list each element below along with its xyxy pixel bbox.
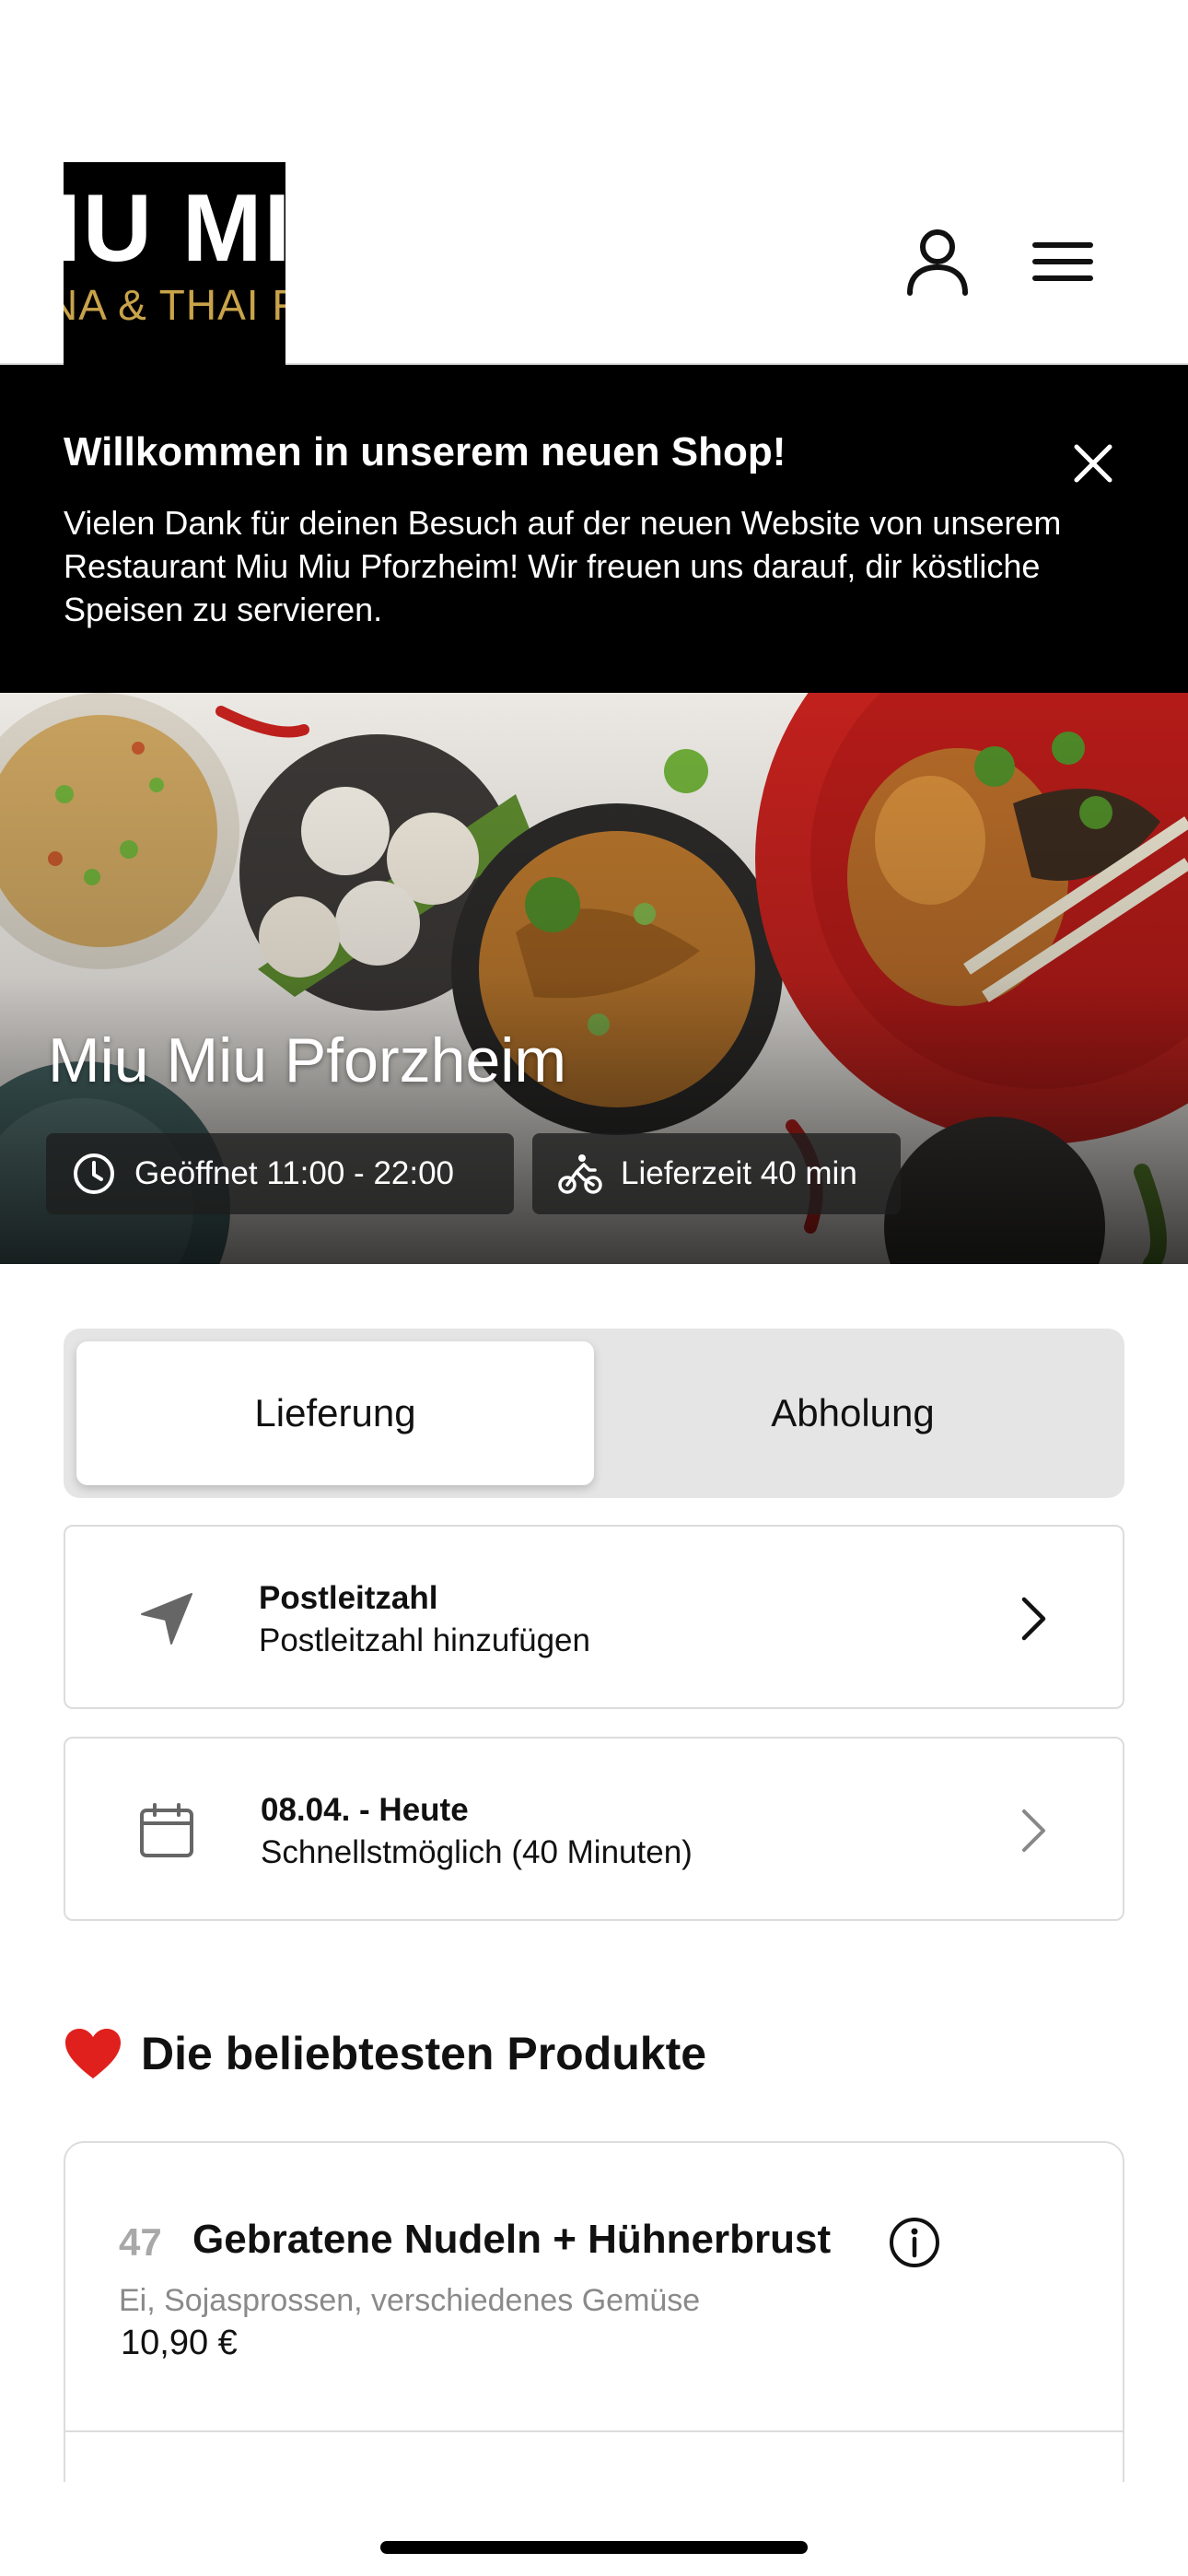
delivery-date-title: 08.04. - Heute xyxy=(261,1792,469,1828)
delivery-date-subtitle: Schnellstmöglich (40 Minuten) xyxy=(261,1834,693,1870)
delivery-option-button[interactable]: Lieferung xyxy=(76,1341,594,1485)
product-description: Ei, Sojasprossen, verschiedenes Gemüse xyxy=(119,2283,701,2318)
header: IU MI NA & THAI FO xyxy=(0,0,1188,365)
account-button[interactable] xyxy=(895,219,980,304)
pickup-option-button[interactable]: Abholung xyxy=(594,1341,1112,1485)
delivery-time-text: Lieferzeit 40 min xyxy=(621,1155,857,1191)
calendar-icon xyxy=(132,1796,202,1866)
banner-close-button[interactable] xyxy=(1061,431,1125,496)
delivery-date-card[interactable]: 08.04. - Heute Schnellstmöglich (40 Minu… xyxy=(64,1737,1124,1921)
close-icon xyxy=(1074,444,1112,483)
banner-text: Vielen Dank für deinen Besuch auf der ne… xyxy=(64,504,1062,628)
restaurant-logo[interactable]: IU MI NA & THAI FO xyxy=(64,162,285,365)
chevron-right-icon xyxy=(1005,1801,1064,1860)
logo-text-sub: NA & THAI FO xyxy=(64,281,285,329)
user-icon xyxy=(907,229,968,296)
banner-title: Willkommen in unserem neuen Shop! xyxy=(64,429,786,474)
restaurant-name: Miu Miu Pforzheim xyxy=(48,1025,567,1095)
opening-hours-text: Geöffnet 11:00 - 22:00 xyxy=(134,1155,455,1191)
hamburger-menu-icon xyxy=(1032,242,1093,281)
order-mode-toggle: Lieferung Abholung xyxy=(64,1329,1124,1498)
product-divider xyxy=(65,2430,1123,2432)
page: IU MI NA & THAI FO Willkommen in unserem… xyxy=(0,0,1188,2576)
product-number: 47 xyxy=(119,2220,162,2264)
popular-products-heading: Die beliebtesten Produkte xyxy=(64,2027,706,2080)
bottom-safe-area xyxy=(0,2482,1188,2576)
zip-code-subtitle: Postleitzahl hinzufügen xyxy=(259,1622,590,1658)
home-indicator[interactable] xyxy=(380,2541,808,2554)
zip-code-title: Postleitzahl xyxy=(259,1580,438,1616)
location-arrow-icon xyxy=(132,1584,202,1654)
delivery-time-chip: Lieferzeit 40 min xyxy=(532,1133,901,1214)
opening-hours-chip: Geöffnet 11:00 - 22:00 xyxy=(46,1133,514,1214)
product-name: Gebratene Nudeln + Hühnerbrust xyxy=(192,2217,832,2262)
logo-text-main: IU MI xyxy=(64,175,285,282)
info-icon[interactable] xyxy=(887,2215,942,2270)
popular-products-title: Die beliebtesten Produkte xyxy=(141,2028,707,2079)
chevron-right-icon xyxy=(1005,1589,1064,1648)
welcome-banner: Willkommen in unserem neuen Shop! Vielen… xyxy=(0,365,1188,693)
zip-code-card[interactable]: Postleitzahl Postleitzahl hinzufügen xyxy=(64,1525,1124,1709)
heart-icon xyxy=(65,2029,121,2078)
product-price: 10,90 € xyxy=(121,2324,238,2362)
menu-button[interactable] xyxy=(1020,219,1105,304)
delivery-bike-icon xyxy=(558,1154,602,1194)
clock-icon xyxy=(74,1153,114,1194)
hero-section: Miu Miu Pforzheim Geöffnet 11:00 - 22:00… xyxy=(0,693,1188,1264)
